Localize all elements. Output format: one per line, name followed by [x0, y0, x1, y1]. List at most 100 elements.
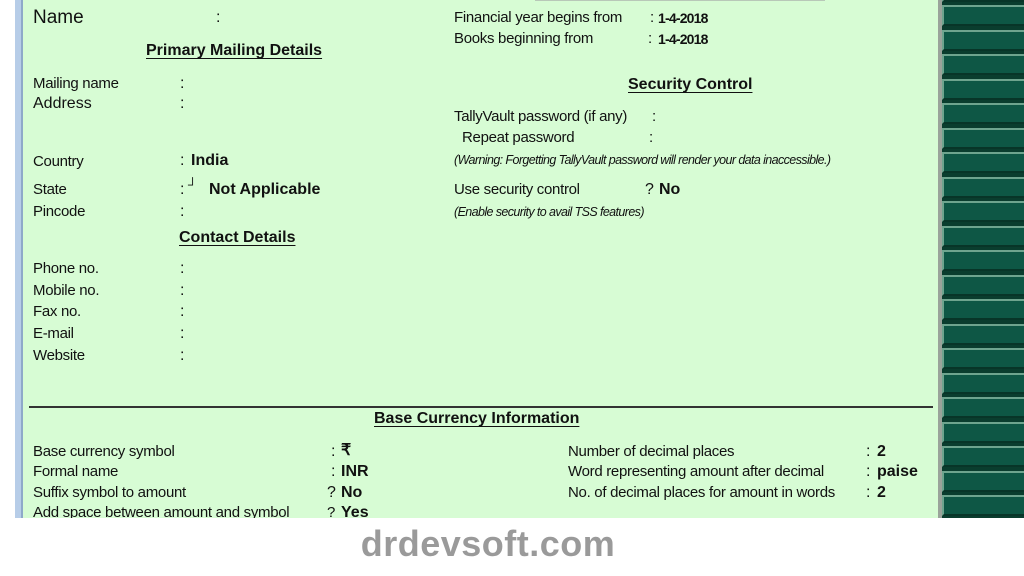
decimal-places-label: Number of decimal places — [568, 443, 735, 460]
phone-label: Phone no. — [33, 260, 99, 277]
primary-mailing-heading: Primary Mailing Details — [146, 42, 323, 59]
use-security-label: Use security control — [454, 181, 580, 198]
contact-details-heading: Contact Details — [179, 229, 296, 246]
state-value[interactable]: Not Applicable — [209, 181, 320, 199]
fax-sep: : — [180, 303, 185, 320]
fax-label: Fax no. — [33, 303, 81, 320]
word-after-decimal-sep: : — [866, 463, 871, 480]
name-label: Name — [33, 7, 84, 28]
email-input[interactable] — [190, 325, 390, 343]
formal-name-sep: : — [331, 463, 336, 480]
side-button[interactable] — [942, 323, 1024, 345]
mailing-name-input[interactable] — [190, 75, 410, 93]
use-security-value[interactable]: No — [659, 181, 680, 199]
state-sep: : — [180, 181, 185, 198]
suffix-symbol-sep: ? — [327, 484, 336, 501]
decimal-places-value[interactable]: 2 — [877, 443, 886, 461]
base-currency-symbol-sep: : — [331, 443, 336, 460]
formal-name-value[interactable]: INR — [341, 463, 369, 481]
side-button[interactable] — [942, 78, 1024, 100]
word-after-decimal-value[interactable]: paise — [877, 463, 918, 481]
window-left-border — [15, 0, 23, 518]
suffix-symbol-label: Suffix symbol to amount — [33, 484, 186, 501]
add-space-value[interactable]: Yes — [341, 504, 369, 518]
side-button[interactable] — [942, 372, 1024, 394]
fax-input[interactable] — [190, 303, 390, 321]
email-label: E-mail — [33, 325, 74, 342]
country-label: Country — [33, 153, 84, 170]
base-currency-symbol-value[interactable]: ₹ — [341, 442, 351, 460]
side-button[interactable] — [942, 0, 1024, 2]
suffix-symbol-value[interactable]: No — [341, 484, 362, 502]
address-sep: : — [180, 95, 185, 112]
decimal-words-value[interactable]: 2 — [877, 484, 886, 502]
side-button[interactable] — [942, 348, 1024, 369]
address-input[interactable] — [190, 95, 410, 145]
financial-year-label: Financial year begins from — [454, 9, 623, 26]
add-space-sep: ? — [327, 504, 336, 518]
name-input[interactable] — [226, 9, 426, 27]
website-label: Website — [33, 347, 85, 364]
side-button[interactable] — [942, 397, 1024, 418]
mobile-input[interactable] — [190, 282, 390, 300]
side-button[interactable] — [942, 176, 1024, 198]
side-button[interactable] — [942, 225, 1024, 247]
address-label: Address — [33, 95, 92, 112]
tallyvault-label: TallyVault password (if any) — [454, 108, 628, 125]
top-divider — [535, 0, 825, 1]
mailing-name-sep: : — [180, 75, 185, 92]
side-button[interactable] — [942, 29, 1024, 51]
decimal-words-sep: : — [866, 484, 871, 501]
books-beginning-value[interactable]: 1-4-2018 — [658, 30, 708, 48]
phone-input[interactable] — [190, 260, 390, 278]
add-space-label: Add space between amount and symbol — [33, 504, 290, 518]
mobile-label: Mobile no. — [33, 282, 100, 299]
decimal-words-label: No. of decimal places for amount in word… — [568, 484, 835, 501]
side-button[interactable] — [942, 54, 1024, 75]
security-control-heading: Security Control — [628, 76, 753, 93]
state-list-marker-icon: ┘ — [188, 177, 198, 192]
window-left-margin — [0, 0, 15, 518]
pincode-sep: : — [180, 203, 185, 220]
side-button[interactable] — [942, 201, 1024, 222]
name-sep: : — [216, 9, 221, 26]
tallyvault-sep: : — [652, 108, 656, 125]
pincode-input[interactable] — [190, 203, 340, 221]
phone-sep: : — [180, 260, 185, 277]
side-button[interactable] — [942, 5, 1024, 26]
side-button[interactable] — [942, 446, 1024, 467]
side-button[interactable] — [942, 127, 1024, 149]
country-value[interactable]: India — [191, 152, 228, 170]
repeat-password-sep: : — [649, 129, 653, 146]
side-button[interactable] — [942, 250, 1024, 271]
side-button[interactable] — [942, 421, 1024, 443]
side-button[interactable] — [942, 495, 1024, 516]
books-beginning-sep: : — [648, 30, 652, 47]
pincode-label: Pincode — [33, 203, 86, 220]
watermark: drdevsoft.com — [360, 523, 616, 564]
side-button[interactable] — [942, 299, 1024, 320]
financial-year-sep: : — [650, 9, 654, 26]
base-currency-divider — [29, 406, 933, 408]
financial-year-value[interactable]: 1-4-2018 — [658, 9, 708, 27]
word-after-decimal-label: Word representing amount after decimal — [568, 463, 824, 480]
side-button[interactable] — [942, 470, 1024, 492]
country-sep: : — [180, 152, 185, 169]
website-input[interactable] — [190, 347, 390, 365]
mobile-sep: : — [180, 282, 185, 299]
email-sep: : — [180, 325, 185, 342]
side-button[interactable] — [942, 152, 1024, 173]
company-creation-form — [23, 0, 938, 518]
decimal-places-sep: : — [866, 443, 871, 460]
security-hint: (Enable security to avail TSS features) — [454, 205, 644, 219]
base-currency-heading: Base Currency Information — [374, 410, 580, 427]
side-button[interactable] — [942, 274, 1024, 296]
side-button-bar — [942, 0, 1024, 518]
repeat-password-label: Repeat password — [462, 129, 575, 146]
tallyvault-input[interactable] — [662, 108, 812, 126]
website-sep: : — [180, 347, 185, 364]
repeat-password-input[interactable] — [660, 129, 810, 147]
side-button[interactable] — [942, 103, 1024, 124]
tallyvault-warning: (Warning: Forgetting TallyVault password… — [454, 153, 831, 167]
state-label: State — [33, 181, 67, 198]
